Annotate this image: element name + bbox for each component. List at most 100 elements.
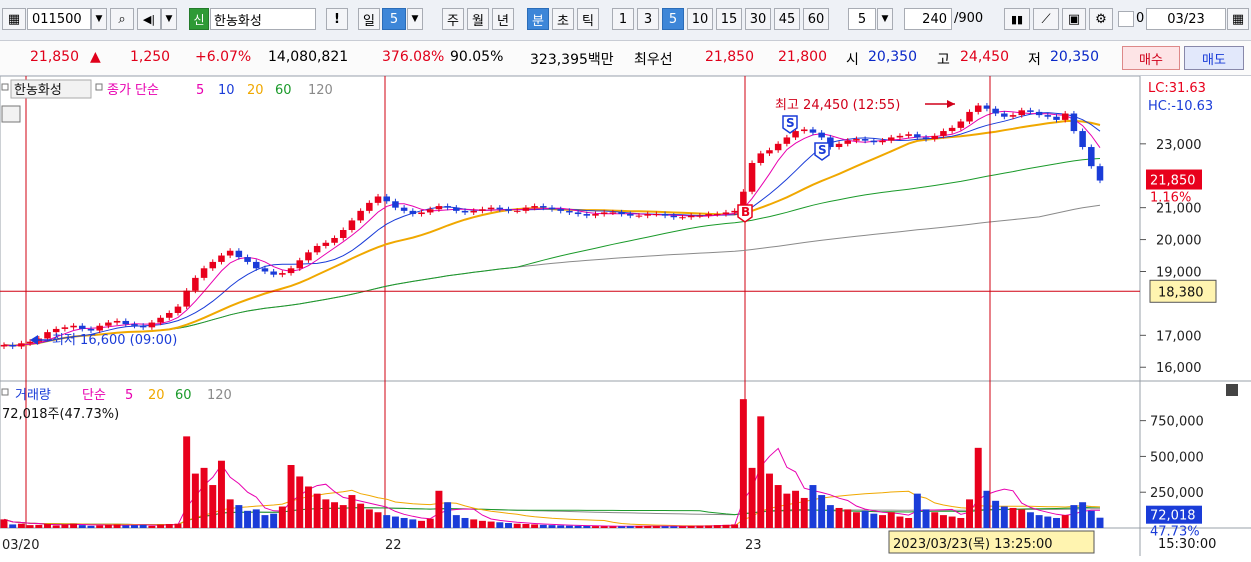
volume-bar: [148, 525, 156, 528]
buy-button[interactable]: 매수: [1122, 46, 1180, 70]
volume-bar: [461, 517, 469, 528]
speaker-icon[interactable]: ◀|: [137, 8, 161, 30]
tab-year[interactable]: 년: [492, 8, 514, 30]
code-dropdown-icon[interactable]: ▼: [91, 8, 107, 30]
interval-tab-5[interactable]: 5: [662, 8, 684, 30]
candle-body: [1096, 166, 1104, 181]
volume-legend-ma-60: 60: [175, 388, 192, 403]
volume-bar: [539, 524, 547, 528]
volume-bar: [452, 515, 460, 528]
candle-body: [339, 230, 347, 238]
candle-body: [1061, 113, 1069, 120]
count-dropdown-icon[interactable]: ▼: [877, 8, 893, 30]
volume-ratio: 376.08%: [382, 49, 445, 65]
tab-tick[interactable]: 틱: [577, 8, 599, 30]
tab-week[interactable]: 주: [442, 8, 464, 30]
candle-body: [722, 212, 730, 215]
candle-body: [166, 312, 173, 318]
interval-tab-10[interactable]: 10: [687, 8, 713, 30]
candle-body: [566, 210, 573, 213]
candle-body: [296, 260, 304, 269]
candle-body: [18, 343, 25, 347]
stock-code-input[interactable]: 011500: [27, 8, 91, 30]
candle-style-icon[interactable]: ▮▮: [1004, 8, 1030, 30]
volume-bar: [1096, 517, 1104, 528]
range-input[interactable]: 240: [904, 8, 952, 30]
candle-body: [279, 273, 286, 275]
volume-bar: [139, 524, 147, 528]
tab-month[interactable]: 월: [467, 8, 489, 30]
candle-body: [444, 206, 451, 208]
volume-y-tick-label: 750,000: [1150, 415, 1204, 430]
option-checkbox[interactable]: [1118, 11, 1134, 27]
interval-tab-3[interactable]: 3: [637, 8, 659, 30]
candle-body: [583, 214, 591, 216]
interval-tab-60[interactable]: 60: [803, 8, 829, 30]
alert-button[interactable]: !: [326, 8, 348, 30]
volume-bar: [435, 490, 443, 528]
grid-icon[interactable]: ▦: [2, 8, 26, 30]
candle-body: [513, 210, 521, 212]
count-input[interactable]: 5: [848, 8, 876, 30]
volume-bar: [835, 507, 843, 528]
candle-body: [244, 257, 251, 262]
sell-signal-marker-label: S: [818, 143, 827, 157]
volume-bar: [78, 525, 86, 528]
candle-body: [96, 325, 103, 331]
draw-line-icon[interactable]: ⟋: [1033, 8, 1059, 30]
gear-icon[interactable]: ⚙: [1089, 8, 1113, 30]
ask-price: 21,850: [705, 49, 754, 65]
interval-tab-30[interactable]: 30: [745, 8, 771, 30]
search-icon[interactable]: ⌕: [110, 8, 134, 30]
volume-bar: [391, 516, 399, 528]
change-rate: +6.07%: [195, 49, 252, 65]
candle-body: [609, 212, 617, 214]
period-count-select[interactable]: 5: [382, 8, 406, 30]
tab-minute[interactable]: 분: [527, 8, 549, 30]
candle-body: [531, 206, 538, 208]
volume-bar: [800, 497, 808, 528]
candle-body: [426, 209, 434, 213]
speaker-dropdown-icon[interactable]: ▼: [161, 8, 177, 30]
volume-bar: [278, 506, 286, 528]
save-icon[interactable]: ▣: [1062, 8, 1086, 30]
volume-bar: [739, 399, 747, 528]
candle-body: [192, 277, 199, 291]
volume-bar: [157, 524, 165, 528]
volume-bar: [244, 510, 252, 528]
volume-bar: [765, 473, 773, 528]
tab-second[interactable]: 초: [552, 8, 574, 30]
trade-amount: 323,395백만: [530, 52, 614, 68]
stock-name-field[interactable]: 한농화성: [210, 8, 316, 30]
volume-bar: [670, 526, 678, 528]
volume-bar: [17, 523, 25, 528]
volume-bar: [600, 526, 608, 528]
stock-code-value: 011500: [32, 11, 82, 27]
tab-day[interactable]: 일: [358, 8, 380, 30]
sell-button[interactable]: 매도: [1184, 46, 1244, 70]
legend-square-icon: [95, 83, 103, 91]
interval-tab-45[interactable]: 45: [774, 8, 800, 30]
volume-bar: [52, 525, 60, 528]
period-dropdown-icon[interactable]: ▼: [407, 8, 423, 30]
crosshair-price-label: 18,380: [1158, 285, 1204, 300]
volume-legend-label: 거래량: [15, 388, 51, 403]
candle-body: [792, 131, 799, 138]
volume-bar: [304, 486, 312, 528]
candle-body: [783, 137, 791, 144]
calendar-icon[interactable]: ▦: [1227, 8, 1249, 30]
interval-tab-15[interactable]: 15: [716, 8, 742, 30]
candle-body: [687, 215, 695, 218]
range-total: /900: [954, 11, 984, 26]
candle-body: [218, 255, 225, 262]
candle-body: [522, 207, 530, 211]
volume-bar: [1026, 512, 1034, 528]
volume-bar: [957, 517, 965, 528]
volume-bar: [365, 509, 373, 528]
volume-bar: [1000, 506, 1008, 528]
price-change: 1,250: [130, 49, 171, 65]
date-input[interactable]: 03/23: [1146, 8, 1226, 30]
candle-body: [627, 214, 634, 216]
interval-tab-1[interactable]: 1: [612, 8, 634, 30]
price-volume-chart[interactable]: 23,00021,00020,00019,00017,00016,000750,…: [0, 76, 1251, 562]
